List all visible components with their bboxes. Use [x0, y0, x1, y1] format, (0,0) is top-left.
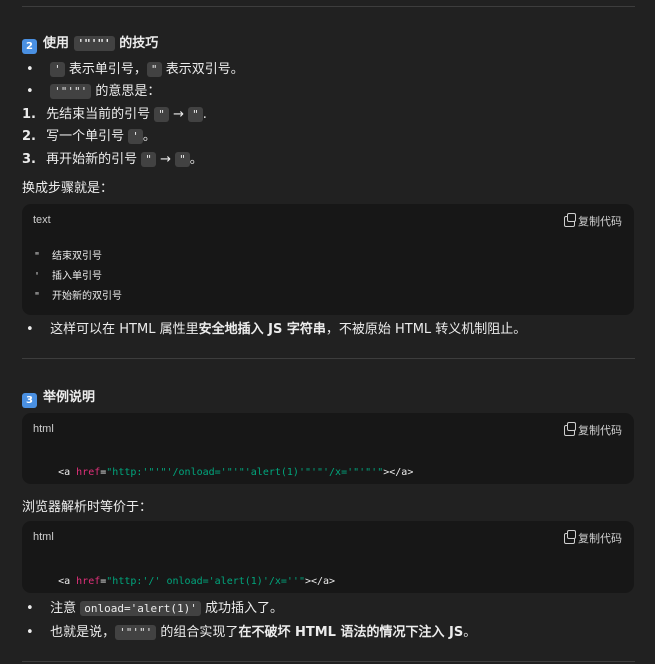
step-number: 1. — [22, 107, 36, 122]
arrow-icon: → — [160, 152, 171, 167]
inline-code: " — [141, 152, 156, 167]
equiv-label: 浏览器解析时等价于： — [22, 500, 153, 515]
inline-code: '"'"' — [115, 625, 157, 640]
heading-text-post: 的技巧 — [119, 36, 159, 51]
inline-code: '"'"' — [50, 84, 92, 99]
code-token: <a — [58, 576, 77, 587]
step-item-3: 3. 再开始新的引号 " → "。 — [22, 148, 635, 167]
copy-label: 复制代码 — [578, 532, 622, 545]
list-text: 的组合实现了 — [160, 625, 239, 640]
section-2-heading: 2 使用 '"'"' 的技巧 — [22, 32, 158, 54]
list-text-bold: 安全地插入 JS 字符串 — [198, 322, 326, 337]
bullet-icon: • — [26, 601, 34, 616]
code-token: href — [76, 576, 101, 587]
list-text: 的意思是： — [95, 84, 161, 99]
list-item: • 注意 onload='alert(1)' 成功插入了。 — [22, 597, 635, 616]
step-text: 再开始新的引号 — [46, 152, 138, 167]
copy-icon — [564, 421, 576, 436]
heading-text-pre: 使用 — [43, 36, 70, 51]
list-text-bold: 在不破坏 HTML 语法的情况下注入 JS — [238, 625, 464, 640]
divider-top — [22, 6, 635, 7]
code-language-label: html — [33, 423, 54, 435]
code-token: <a — [58, 467, 77, 478]
code-language-label: html — [33, 531, 54, 543]
list-item: • 也就是说， '"'"' 的组合实现了在不破坏 HTML 语法的情况下注入 JS… — [22, 621, 635, 640]
list-text: 。 — [463, 625, 477, 640]
inline-code: " — [154, 107, 169, 122]
inline-code: " — [188, 107, 203, 122]
copy-code-button[interactable]: 复制代码 — [564, 212, 622, 229]
code-line: ' 插入单引号 — [34, 271, 103, 282]
list-text: 表示双引号。 — [165, 62, 244, 77]
inline-code: " — [175, 152, 190, 167]
code-token: "http:'"'"'/onload='"'"'alert(1)'"'"'/x=… — [106, 467, 384, 478]
code-token: ></a> — [383, 467, 414, 478]
section-3-heading: 3 举例说明 — [22, 386, 95, 408]
step-number: 3. — [22, 152, 36, 167]
step-text: 。 — [189, 152, 203, 167]
bullet-icon: • — [26, 62, 34, 77]
copy-label: 复制代码 — [578, 424, 622, 437]
divider-bottom — [22, 661, 635, 662]
list-text: ，不被原始 HTML 转义机制阻止。 — [325, 322, 527, 337]
step-text: 写一个单引号 — [46, 129, 125, 144]
copy-label: 复制代码 — [578, 215, 622, 228]
number-2-badge: 2 — [22, 39, 37, 54]
bullet-icon: • — [26, 625, 34, 640]
list-text: 成功插入了。 — [205, 601, 284, 616]
inline-code: ' — [50, 62, 65, 77]
code-block-html-1: html 复制代码 <a href="http:'"'"'/onload='"'… — [22, 413, 634, 484]
list-text: 也就是说， — [50, 625, 116, 640]
code-language-label: text — [33, 214, 51, 226]
copy-icon — [564, 529, 576, 544]
bullet-icon: • — [26, 84, 34, 99]
bullet-icon: • — [26, 322, 34, 337]
list-item: • ' 表示单引号， " 表示双引号。 — [22, 58, 635, 77]
number-3-badge: 3 — [22, 393, 37, 408]
code-line: " 开始新的双引号 — [34, 291, 123, 302]
list-text: 这样可以在 HTML 属性里 — [50, 322, 199, 337]
inline-code: ' — [128, 129, 143, 144]
copy-code-button[interactable]: 复制代码 — [564, 421, 622, 438]
arrow-icon: → — [173, 107, 184, 122]
code-line: <a href="http:'"'"'/onload='"'"'alert(1)… — [34, 456, 413, 489]
list-text: 注意 — [50, 601, 77, 616]
copy-icon — [564, 212, 576, 227]
list-item: • 这样可以在 HTML 属性里安全地插入 JS 字符串，不被原始 HTML 转… — [22, 318, 635, 337]
step-item-2: 2. 写一个单引号 '。 — [22, 125, 635, 144]
step-text: 先结束当前的引号 — [46, 107, 151, 122]
heading-text: 举例说明 — [43, 390, 96, 405]
code-token: ></a> — [304, 576, 336, 587]
code-block-html-2: html 复制代码 <a href="http:'/' onload='aler… — [22, 521, 634, 593]
inline-code: " — [146, 62, 162, 77]
heading-code: '"'"' — [73, 36, 115, 51]
code-token: href — [76, 467, 101, 478]
summary-label: 换成步骤就是： — [22, 181, 114, 196]
code-line: " 结束双引号 — [34, 251, 103, 262]
code-block-text: text 复制代码 " 结束双引号 ' 插入单引号 " 开始新的双引号 — [22, 204, 634, 315]
code-line: <a href="http:'/' onload='alert(1)'/x=''… — [34, 565, 335, 598]
step-text: 。 — [142, 129, 156, 144]
step-item-1: 1. 先结束当前的引号 " → ". — [22, 103, 635, 122]
step-text: . — [202, 107, 207, 122]
code-token: "http:'/' onload='alert(1)'/x=''" — [106, 576, 305, 587]
list-item: • '"'"' 的意思是： — [22, 80, 635, 99]
step-number: 2. — [22, 129, 36, 144]
inline-code: onload='alert(1)' — [80, 601, 201, 616]
list-text: 表示单引号， — [68, 62, 147, 77]
copy-code-button[interactable]: 复制代码 — [564, 529, 622, 546]
divider-mid — [22, 358, 635, 359]
